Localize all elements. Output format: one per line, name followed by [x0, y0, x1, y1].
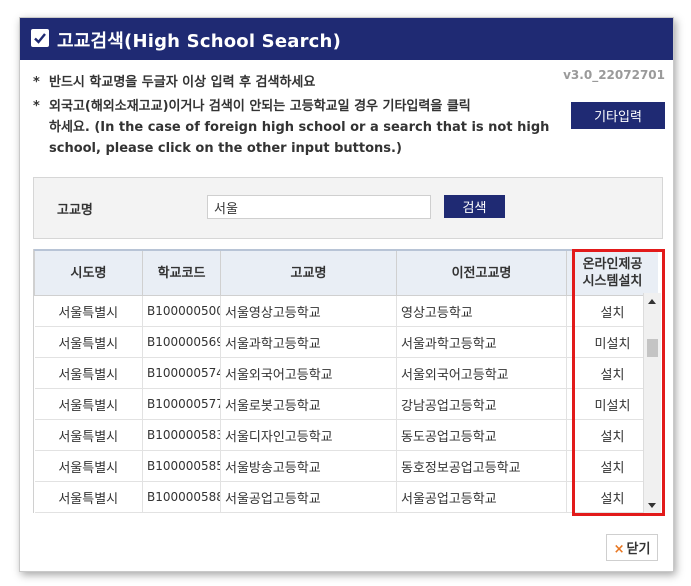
cell-school-name: 서울디자인고등학교 [220, 419, 397, 451]
cell-school-name: 서울방송고등학교 [220, 450, 397, 482]
cell-previous-name: 서울외국어고등학교 [396, 357, 567, 389]
results-table: 시도명 학교코드 고교명 이전고교명 온라인제공 시스템설치 서울특별시 B10… [33, 249, 658, 513]
scroll-thumb[interactable] [647, 339, 658, 357]
column-header-school-name: 고교명 [220, 249, 397, 296]
cell-school-code: B100000574 [142, 357, 221, 389]
cell-region: 서울특별시 [34, 419, 143, 451]
cell-school-code: B100000583 [142, 419, 221, 451]
cell-previous-name: 서울공업고등학교 [396, 481, 567, 513]
cell-region: 서울특별시 [34, 481, 143, 513]
table-row[interactable]: 서울특별시 B100000574 서울외국어고등학교 서울외국어고등학교 설치 [34, 357, 658, 389]
cell-school-name: 서울과학고등학교 [220, 326, 397, 358]
scroll-down-arrow-icon[interactable] [648, 503, 656, 508]
table-row[interactable]: 서울특별시 B100000500 서울영상고등학교 영상고등학교 설치 [34, 295, 658, 327]
table-row-partial[interactable] [34, 512, 658, 513]
notice-text-1: 반드시 학교명을 두글자 이상 입력 후 검색하세요 [49, 75, 316, 90]
cell-school-name: 서울외국어고등학교 [220, 357, 397, 389]
cell-school-name: 서울로봇고등학교 [220, 388, 397, 420]
cell-region: 서울특별시 [34, 450, 143, 482]
cell-previous-name: 동도공업고등학교 [396, 419, 567, 451]
cell-previous-name: 강남공업고등학교 [396, 388, 567, 420]
close-x-icon: × [613, 542, 625, 557]
cell-region: 서울특별시 [34, 295, 143, 327]
cell-region: 서울특별시 [34, 357, 143, 389]
search-button[interactable]: 검색 [444, 195, 505, 218]
table-row[interactable]: 서울특별시 B100000583 서울디자인고등학교 동도공업고등학교 설치 [34, 419, 658, 451]
column-header-online-system-label: 온라인제공 시스템설치 [582, 257, 643, 289]
bullet-mark: * [33, 99, 40, 114]
table-scrollbar[interactable] [643, 293, 661, 514]
cell-previous-name: 동호정보공업고등학교 [396, 450, 567, 482]
scroll-up-arrow-icon[interactable] [648, 299, 656, 304]
version-label: v3.0_22072701 [563, 68, 665, 82]
column-header-school-code: 학교코드 [142, 249, 221, 296]
cell-school-code: B100000585 [142, 450, 221, 482]
cell-previous-name: 서울과학고등학교 [396, 326, 567, 358]
cell-previous-name: 영상고등학교 [396, 295, 567, 327]
table-row[interactable]: 서울특별시 B100000577 서울로봇고등학교 강남공업고등학교 미설치 [34, 388, 658, 420]
school-name-label: 고교명 [57, 203, 93, 218]
close-button-label: 닫기 [626, 542, 651, 557]
notice-text-2b: 하세요. (In the case of foreign high school… [49, 120, 550, 156]
cell-school-name: 서울영상고등학교 [220, 295, 397, 327]
cell-region: 서울특별시 [34, 388, 143, 420]
cell-school-code: B100000500 [142, 295, 221, 327]
table-header-row: 시도명 학교코드 고교명 이전고교명 온라인제공 시스템설치 [34, 249, 658, 296]
notice-line-1: * 반드시 학교명을 두글자 이상 입력 후 검색하세요 [33, 72, 315, 93]
bullet-mark: * [33, 75, 40, 90]
notice-text-2a: 외국고(해외소재고교)이거나 검색이 안되는 고등학교일 경우 기타입력을 클릭 [49, 99, 471, 114]
search-panel: 고교명 검색 [33, 177, 663, 239]
column-header-region: 시도명 [34, 249, 143, 296]
checkbox-icon [31, 29, 49, 47]
cell-school-code: B100000569 [142, 326, 221, 358]
dialog-titlebar: 고교검색(High School Search) [20, 18, 673, 60]
close-button[interactable]: × 닫기 [606, 534, 658, 561]
cell-school-code: B100000588 [142, 481, 221, 513]
table-row[interactable]: 서울특별시 B100000585 서울방송고등학교 동호정보공업고등학교 설치 [34, 450, 658, 482]
cell-school-name: 서울공업고등학교 [220, 481, 397, 513]
notice-line-2: * 외국고(해외소재고교)이거나 검색이 안되는 고등학교일 경우 기타입력을 클… [33, 96, 573, 159]
column-header-online-system: 온라인제공 시스템설치 [566, 249, 658, 296]
high-school-search-dialog: 고교검색(High School Search) v3.0_22072701 *… [19, 17, 674, 572]
dialog-title: 고교검색(High School Search) [57, 31, 341, 52]
table-row[interactable]: 서울특별시 B100000588 서울공업고등학교 서울공업고등학교 설치 [34, 481, 658, 513]
other-input-button[interactable]: 기타입력 [571, 102, 665, 129]
cell-region: 서울특별시 [34, 326, 143, 358]
school-name-input[interactable] [207, 195, 431, 219]
column-header-previous-name: 이전고교명 [396, 249, 567, 296]
cell-school-code: B100000577 [142, 388, 221, 420]
table-row[interactable]: 서울특별시 B100000569 서울과학고등학교 서울과학고등학교 미설치 [34, 326, 658, 358]
